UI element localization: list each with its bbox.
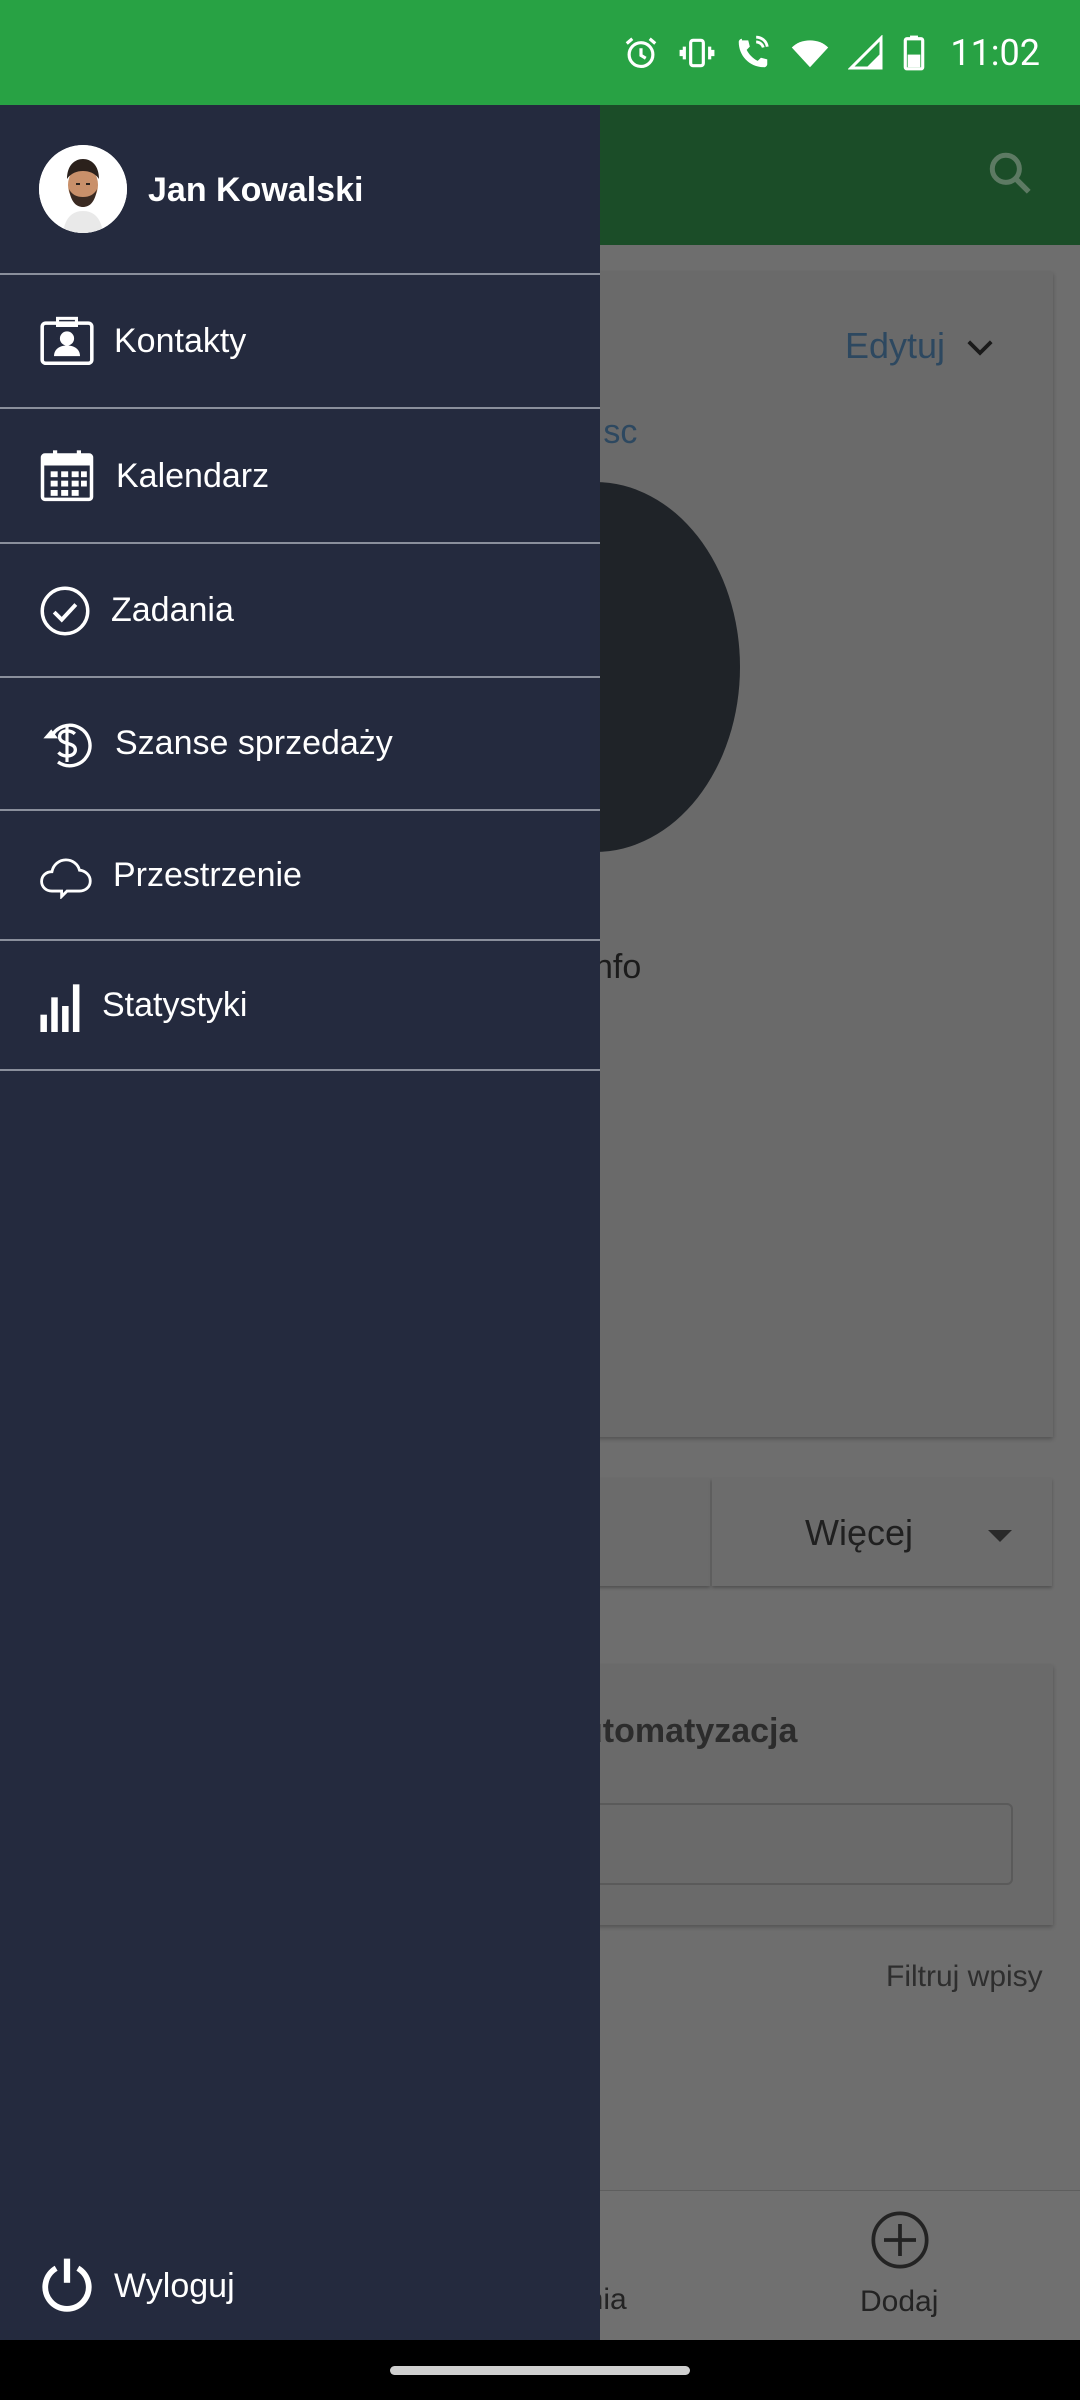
drawer-menu: Kontakty Kalendarz Zadania Szanse sprzed…: [0, 273, 600, 1071]
drawer-item-label: Statystyki: [102, 986, 248, 1024]
status-bar: 11:02: [0, 0, 1080, 105]
more-dropdown-label: Więcej: [805, 1512, 914, 1553]
drawer-item-spaces[interactable]: Przestrzenie: [0, 811, 600, 941]
drawer-item-label: Kalendarz: [116, 457, 270, 495]
segment-left-button[interactable]: [595, 1478, 710, 1586]
drawer-item-label: Kontakty: [114, 322, 247, 360]
drawer-item-calendar[interactable]: Kalendarz: [0, 409, 600, 544]
drawer-item-contacts[interactable]: Kontakty: [0, 275, 600, 409]
drawer-item-statistics[interactable]: Statystyki: [0, 941, 600, 1071]
logout-label: Wyloguj: [114, 2267, 235, 2305]
chevron-down-icon[interactable]: [965, 338, 995, 358]
automation-input[interactable]: [590, 1803, 1013, 1885]
drawer-item-tasks[interactable]: Zadania: [0, 544, 600, 678]
automation-title-fragment: utomatyzacja: [582, 1712, 798, 1750]
add-circle-icon[interactable]: [868, 2208, 932, 2272]
status-icons: 11:02: [622, 28, 1040, 78]
wifi-icon: [792, 40, 829, 68]
avatar-face-icon: [39, 145, 127, 233]
avatar: [39, 145, 127, 233]
cloud-icon: [38, 847, 96, 905]
logout-button[interactable]: Wyloguj: [0, 2235, 600, 2335]
edit-dropdown[interactable]: Edytuj: [845, 325, 945, 367]
add-nav-label[interactable]: Dodaj: [860, 2285, 938, 2319]
search-icon[interactable]: [985, 148, 1035, 198]
power-icon: [42, 2258, 92, 2312]
status-time: 11:02: [950, 32, 1040, 74]
signal-icon: [848, 35, 883, 70]
contact-card-icon: [38, 313, 96, 371]
bar-chart-icon: [38, 977, 84, 1035]
dropdown-triangle-icon: [988, 1530, 1012, 1542]
drawer-item-label: Przestrzenie: [113, 856, 302, 894]
filter-entries-link[interactable]: Filtruj wpisy: [886, 1960, 1043, 1994]
battery-icon: [904, 35, 925, 71]
home-gesture-pill[interactable]: [390, 2366, 690, 2375]
wifi-calling-icon: [739, 35, 770, 68]
check-circle-icon: [38, 582, 92, 640]
drawer-profile-header[interactable]: Jan Kowalski: [0, 105, 600, 273]
navigation-drawer: Jan Kowalski Kontakty Kalendarz Zadania …: [0, 105, 600, 2340]
contact-card: [595, 272, 1053, 1437]
dollar-refresh-icon: [38, 715, 96, 773]
drawer-item-sales-opportunities[interactable]: Szanse sprzedaży: [0, 678, 600, 811]
automation-card: [595, 1665, 1053, 1925]
vibrate-icon: [679, 38, 715, 68]
calendar-icon: [38, 447, 96, 505]
info-text-fragment: nfo: [594, 948, 642, 986]
drawer-item-label: Zadania: [111, 591, 234, 629]
drawer-item-label: Szanse sprzedaży: [115, 724, 393, 762]
alarm-icon: [626, 37, 657, 69]
user-name: Jan Kowalski: [148, 171, 364, 209]
